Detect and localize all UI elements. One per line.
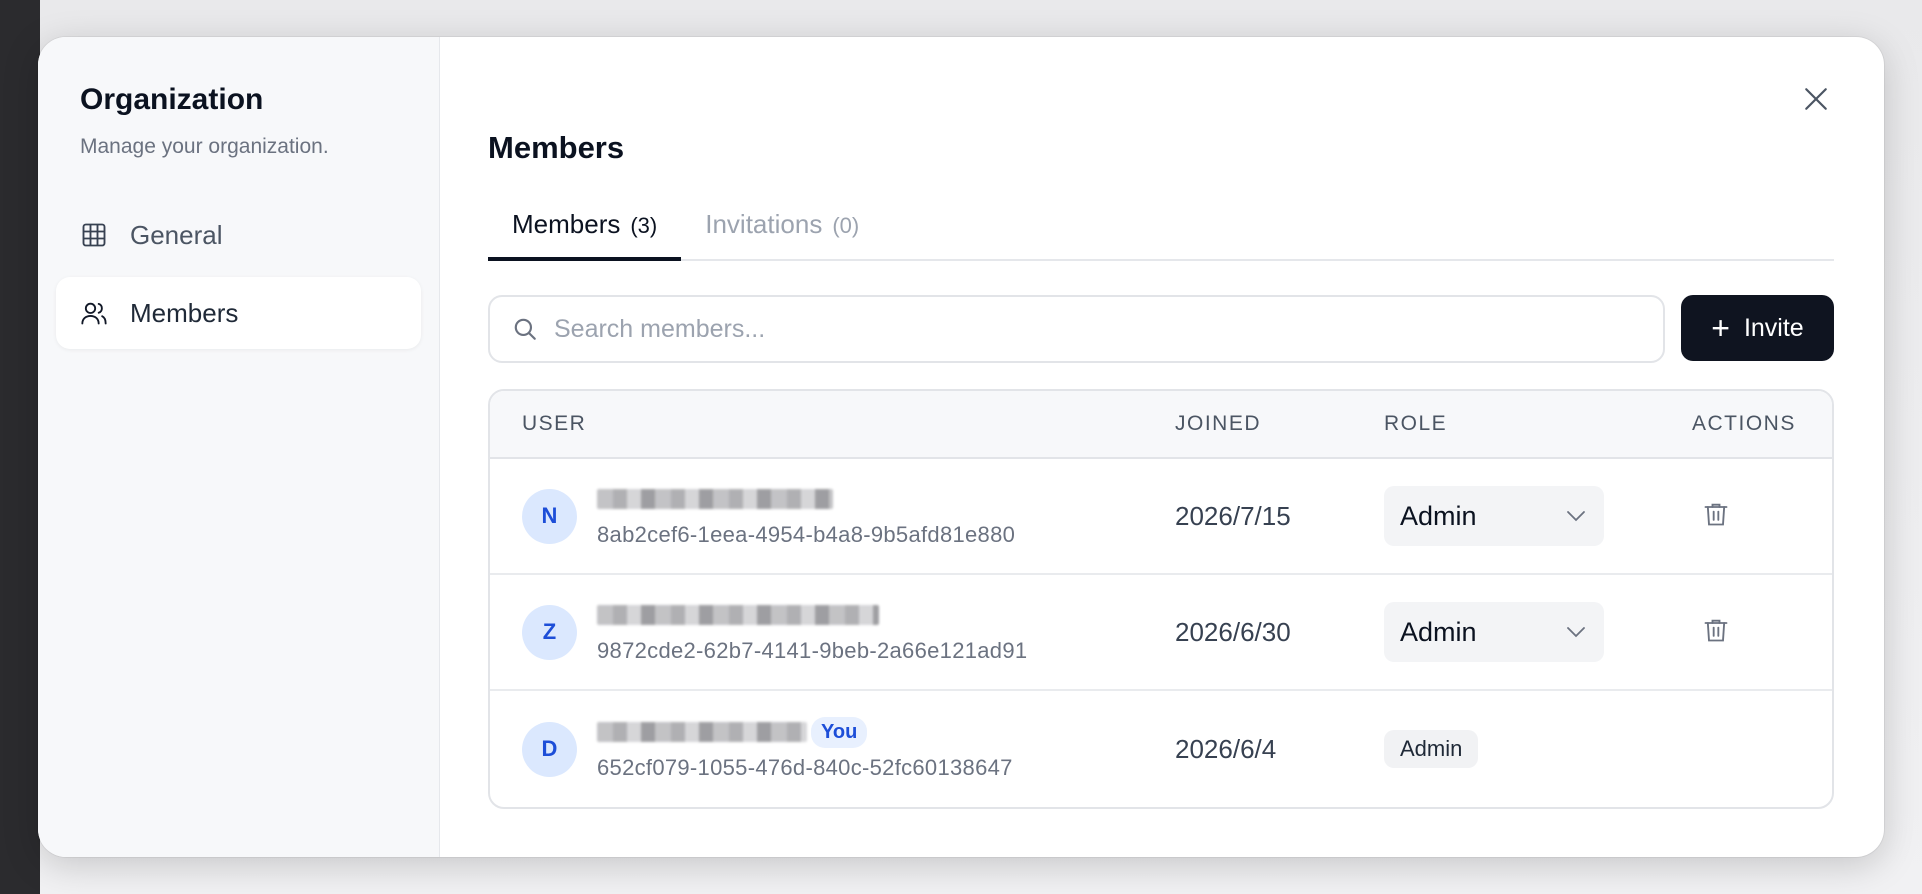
sidebar-item-members[interactable]: Members <box>56 277 421 349</box>
table-row: D You 652cf079-1055-476d-840c-52fc601386… <box>490 691 1832 807</box>
tab-label: Members <box>512 209 621 239</box>
role-select[interactable]: Admin <box>1384 486 1604 546</box>
close-button[interactable] <box>1798 81 1834 117</box>
user-info: You 652cf079-1055-476d-840c-52fc60138647 <box>597 716 1013 781</box>
user-info: 9872cde2-62b7-4141-9beb-2a66e121ad91 <box>597 600 1027 664</box>
tab-members[interactable]: Members (3) <box>488 197 682 261</box>
joined-date: 2026/7/15 <box>1175 500 1291 531</box>
header-user: USER <box>522 412 587 435</box>
organization-dialog: Organization Manage your organization. G… <box>38 37 1884 857</box>
role-value: Admin <box>1400 616 1477 647</box>
joined-date: 2026/6/30 <box>1175 616 1291 647</box>
joined-date: 2026/6/4 <box>1175 733 1277 764</box>
sidebar-subtitle: Manage your organization. <box>80 135 329 158</box>
grid-icon <box>80 221 108 249</box>
user-info: 8ab2cef6-1eea-4954-b4a8-9b5afd81e880 <box>597 484 1015 548</box>
avatar: D <box>522 721 577 777</box>
tab-label: Invitations <box>705 209 823 239</box>
toolbar: + Invite <box>488 295 1834 363</box>
user-cell: N 8ab2cef6-1eea-4954-b4a8-9b5afd81e880 <box>490 484 1175 548</box>
role-cell: Admin <box>1384 602 1692 662</box>
you-badge: You <box>811 716 868 748</box>
user-cell: Z 9872cde2-62b7-4141-9beb-2a66e121ad91 <box>490 600 1175 664</box>
table-header: USER JOINED ROLE ACTIONS <box>490 391 1832 459</box>
sidebar: Organization Manage your organization. G… <box>38 37 440 857</box>
users-icon <box>80 299 108 327</box>
search-box <box>488 295 1665 363</box>
plus-icon: + <box>1711 310 1730 346</box>
user-id: 8ab2cef6-1eea-4954-b4a8-9b5afd81e880 <box>597 522 1016 547</box>
sidebar-item-label: Members <box>130 297 239 328</box>
user-name-row <box>597 484 1015 514</box>
actions-cell <box>1692 500 1832 532</box>
sidebar-item-general[interactable]: General <box>56 199 421 271</box>
redacted-name <box>597 605 879 625</box>
trash-icon <box>1704 503 1728 526</box>
role-cell: Admin <box>1384 486 1692 546</box>
header-joined: JOINED <box>1175 412 1262 435</box>
search-icon <box>514 318 536 340</box>
invite-label: Invite <box>1743 313 1804 342</box>
header-actions: ACTIONS <box>1692 412 1796 435</box>
search-input[interactable] <box>554 314 1590 344</box>
sidebar-nav: General Members <box>56 199 421 349</box>
header-role: ROLE <box>1384 412 1448 435</box>
user-cell: D You 652cf079-1055-476d-840c-52fc601386… <box>490 716 1175 781</box>
avatar: Z <box>522 604 577 660</box>
user-name-row <box>597 600 1027 630</box>
sidebar-title: Organization <box>80 83 264 116</box>
members-panel: Members Members (3) Invitations (0) + <box>440 37 1884 857</box>
role-cell: Admin <box>1384 730 1692 768</box>
role-badge: Admin <box>1384 730 1479 768</box>
chevron-down-icon <box>1567 627 1585 638</box>
user-id: 9872cde2-62b7-4141-9beb-2a66e121ad91 <box>597 638 1028 663</box>
chevron-down-icon <box>1567 511 1585 522</box>
close-icon <box>1805 88 1827 110</box>
delete-member-button[interactable] <box>1702 616 1734 648</box>
tab-count: (3) <box>630 213 658 238</box>
avatar: N <box>522 488 577 544</box>
table-row: Z 9872cde2-62b7-4141-9beb-2a66e121ad91 2… <box>490 575 1832 691</box>
tab-count: (0) <box>832 213 860 238</box>
sidebar-item-label: General <box>130 219 223 250</box>
invite-button[interactable]: + Invite <box>1681 295 1834 361</box>
actions-cell <box>1692 616 1832 648</box>
delete-member-button[interactable] <box>1702 500 1734 532</box>
table-row: N 8ab2cef6-1eea-4954-b4a8-9b5afd81e880 2… <box>490 459 1832 575</box>
trash-icon <box>1704 619 1728 642</box>
tab-bar: Members (3) Invitations (0) <box>488 197 1834 261</box>
redacted-name <box>597 489 833 509</box>
page-title: Members <box>488 130 625 165</box>
user-id: 652cf079-1055-476d-840c-52fc60138647 <box>597 755 1013 780</box>
tab-invitations[interactable]: Invitations (0) <box>681 197 883 259</box>
redacted-name <box>597 722 807 742</box>
background-window-edge <box>0 0 40 894</box>
members-table: USER JOINED ROLE ACTIONS N 8ab2cef6-1eea… <box>488 389 1834 809</box>
role-value: Admin <box>1400 500 1477 531</box>
role-select[interactable]: Admin <box>1384 602 1604 662</box>
user-name-row: You <box>597 716 1013 748</box>
